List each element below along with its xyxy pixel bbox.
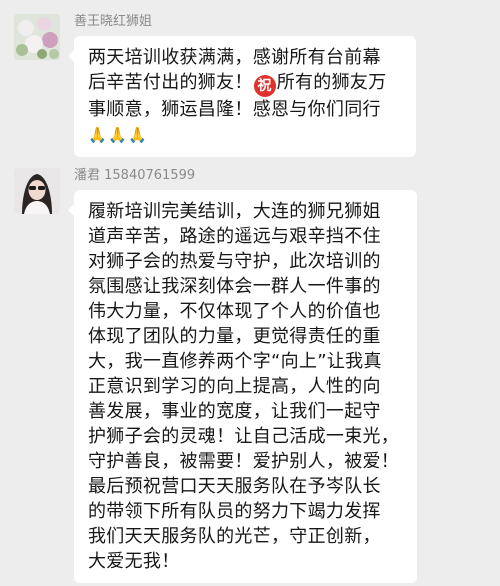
message-text: 所有的狮友万 <box>276 72 387 93</box>
message-line: 最后预祝营口天天服务队在予岑队长 <box>88 476 381 497</box>
pray-emoji-icon: 🙏 <box>88 126 107 144</box>
message-line: 后辛苦付出的狮友！祝所有的狮友万 <box>88 70 403 97</box>
message-line: 善发展，事业的宽度，让我们一起守 <box>88 401 381 422</box>
message-bubble[interactable]: 两天培训收获满满，感谢所有台前幕 后辛苦付出的狮友！祝所有的狮友万 事顺意，狮运… <box>68 36 416 157</box>
message-line: 氛围感让我深刻体会一群人一件事的 <box>88 276 381 297</box>
pray-emoji-icon: 🙏 <box>107 126 127 144</box>
message-line: 履新培训完美结训，大连的狮兄狮姐 <box>88 201 381 222</box>
avatar[interactable] <box>14 14 60 60</box>
emoji-line: 🙏🙏🙏 <box>88 122 403 148</box>
message-line: 大，我一直修养两个字“向上”让我真 <box>88 351 382 372</box>
message-text: 后辛苦付出的狮友！ <box>88 72 253 93</box>
message-line: 伟大力量，不仅体现了个人的价值也 <box>88 301 381 322</box>
message-line: 的带领下所有队员的努力下竭力发挥 <box>88 501 381 522</box>
message-line: 事顺意，狮运昌隆！感恩与你们同行 <box>88 99 381 120</box>
message-bubble[interactable]: 履新培训完美结训，大连的狮兄狮姐 道声辛苦，路途的遥远与艰辛挡不住 对狮子会的热… <box>68 190 417 583</box>
message-line: 两天培训收获满满，感谢所有台前幕 <box>88 47 381 68</box>
sender-name: 潘君 15840761599 <box>74 168 196 183</box>
message-line: 体现了团队的力量，更觉得责任的重 <box>88 326 381 347</box>
flower-photo-icon <box>14 14 60 60</box>
pray-emoji-icon: 🙏 <box>127 126 147 144</box>
message-line: 我们天天服务队的光芒，守正创新， <box>88 526 381 547</box>
message-line: 大爱无我！ <box>88 551 180 572</box>
portrait-photo-icon <box>14 168 60 214</box>
message-line: 守护善良，被需要！爱护别人，被爱！ <box>88 451 400 472</box>
message-line: 正意识到学习的向上提高，人性的向 <box>88 376 381 397</box>
chat-message-list: 善王晓红狮姐 两天培训收获满满，感谢所有台前幕 后辛苦付出的狮友！祝所有的狮友万… <box>0 0 500 586</box>
sender-name: 善王晓红狮姐 <box>74 14 153 29</box>
message-line: 道声辛苦，路途的遥远与艰辛挡不住 <box>88 226 381 247</box>
message-line: 护狮子会的灵魂！让自己活成一束光， <box>88 426 400 447</box>
avatar[interactable] <box>14 168 60 214</box>
message-line: 对狮子会的热爱与守护，此次培训的 <box>88 251 381 272</box>
zhu-emoji-icon: 祝 <box>253 75 276 97</box>
